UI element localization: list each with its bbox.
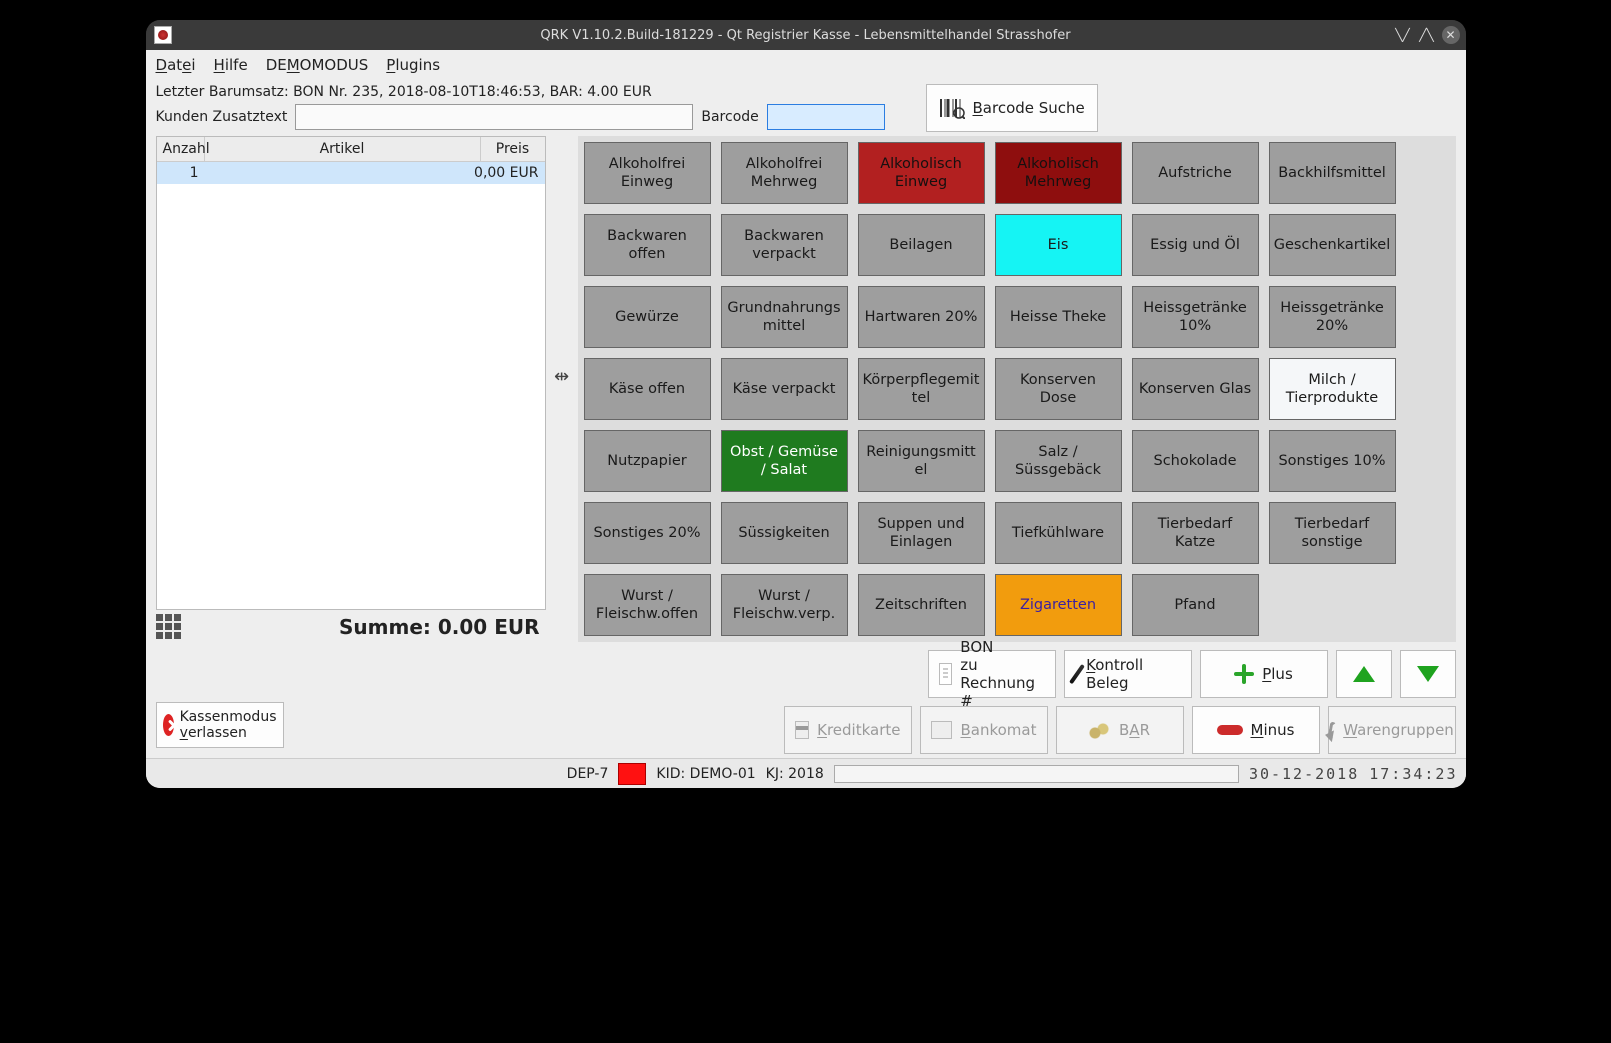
menubar: Datei Hilfe DEMOMODUS Plugins — [146, 50, 1466, 80]
sum-label: Summe: 0.00 EUR — [339, 615, 543, 639]
window-title: QRK V1.10.2.Build-181229 - Qt Registrier… — [146, 28, 1466, 43]
category-button[interactable]: Grundnahrungsmittel — [721, 286, 848, 348]
triangle-down-icon — [1417, 666, 1439, 682]
app-window: QRK V1.10.2.Build-181229 - Qt Registrier… — [146, 20, 1466, 788]
status-time: 17:34:23 — [1369, 765, 1457, 783]
status-kj: KJ: 2018 — [766, 766, 824, 782]
category-button[interactable]: Käse verpackt — [721, 358, 848, 420]
barcode-search-button[interactable]: Barcode Suche — [926, 84, 1098, 132]
plus-button[interactable]: Plus — [1200, 650, 1328, 698]
col-price[interactable]: Preis — [481, 137, 545, 161]
scroll-down-button[interactable] — [1400, 650, 1456, 698]
barcode-input[interactable] — [767, 104, 885, 130]
category-button[interactable]: Alkoholfrei Einweg — [584, 142, 711, 204]
close-circle-icon — [163, 714, 174, 736]
category-button[interactable]: Backwaren verpackt — [721, 214, 848, 276]
menu-file[interactable]: Datei — [156, 56, 196, 74]
status-kid: KID: DEMO-01 — [656, 766, 755, 782]
exit-register-mode-button[interactable]: Kassenmodus verlassen — [156, 702, 284, 748]
pen-icon — [1069, 664, 1085, 684]
titlebar[interactable]: QRK V1.10.2.Build-181229 - Qt Registrier… — [146, 20, 1466, 50]
category-button[interactable]: Nutzpapier — [584, 430, 711, 492]
exit-label: Kassenmodus verlassen — [180, 709, 277, 741]
bon-to-invoice-label: BON zu Rechnung # — [960, 638, 1044, 710]
status-date: 30-12-2018 — [1249, 765, 1359, 783]
category-button[interactable]: Alkoholisch Einweg — [858, 142, 985, 204]
scroll-up-button[interactable] — [1336, 650, 1392, 698]
category-button[interactable]: Hartwaren 20% — [858, 286, 985, 348]
barcode-search-label: Barcode Suche — [973, 99, 1085, 117]
category-button[interactable]: Zeitschriften — [858, 574, 985, 636]
col-article[interactable]: Artikel — [205, 137, 481, 161]
col-qty[interactable]: Anzahl — [157, 137, 205, 161]
category-button[interactable]: Tiefkühlware — [995, 502, 1122, 564]
category-button[interactable]: Beilagen — [858, 214, 985, 276]
plus-label: Plus — [1262, 665, 1293, 683]
category-button[interactable]: Heisse Theke — [995, 286, 1122, 348]
menu-help[interactable]: Hilfe — [214, 56, 248, 74]
triangle-up-icon — [1353, 666, 1375, 682]
category-button[interactable]: Konserven Dose — [995, 358, 1122, 420]
statusbar: DEP-7 KID: DEMO-01 KJ: 2018 30-12-2018 1… — [146, 758, 1466, 788]
cell-price: 0,00 EUR — [465, 162, 545, 184]
keypad-icon[interactable] — [156, 614, 182, 640]
document-icon — [939, 663, 953, 685]
category-button[interactable]: Backhilfsmittel — [1269, 142, 1396, 204]
category-button[interactable]: Reinigungsmittel — [858, 430, 985, 492]
receipt-table: Anzahl Artikel Preis 1 0,00 EUR — [156, 136, 546, 610]
category-button[interactable]: Salz / Süssgebäck — [995, 430, 1122, 492]
close-icon[interactable]: ✕ — [1442, 26, 1460, 44]
category-button[interactable]: Alkoholfrei Mehrweg — [721, 142, 848, 204]
cell-qty: 1 — [157, 162, 205, 184]
minus-icon — [1217, 725, 1243, 735]
last-turnover-text: Letzter Barumsatz: BON Nr. 235, 2018-08-… — [156, 84, 652, 100]
customer-extra-input[interactable] — [295, 104, 693, 130]
category-button[interactable]: Suppen und Einlagen — [858, 502, 985, 564]
plus-icon — [1234, 664, 1254, 684]
status-dep: DEP-7 — [567, 766, 609, 782]
status-progress — [834, 765, 1239, 783]
category-button[interactable]: Eis — [995, 214, 1122, 276]
splitter-handle[interactable]: ⇹ — [552, 136, 572, 387]
menu-plugins[interactable]: Plugins — [386, 56, 440, 74]
category-button[interactable]: Tierbedarf Katze — [1132, 502, 1259, 564]
category-button[interactable]: Essig und Öl — [1132, 214, 1259, 276]
category-button[interactable]: Sonstiges 20% — [584, 502, 711, 564]
category-button[interactable]: Sonstiges 10% — [1269, 430, 1396, 492]
barcode-label: Barcode — [701, 109, 758, 125]
maximize-icon[interactable]: ╱╲ — [1418, 26, 1436, 44]
category-button[interactable]: Tierbedarf sonstige — [1269, 502, 1396, 564]
menu-demomodus[interactable]: DEMOMODUS — [266, 56, 369, 74]
category-button[interactable]: Wurst / Fleischw.verp. — [721, 574, 848, 636]
category-button[interactable]: Käse offen — [584, 358, 711, 420]
category-button[interactable]: Aufstriche — [1132, 142, 1259, 204]
credit-card-icon — [795, 721, 810, 739]
kontroll-beleg-button[interactable]: Kontroll Beleg — [1064, 650, 1192, 698]
category-panel: Alkoholfrei EinwegAlkoholfrei MehrwegAlk… — [578, 136, 1456, 642]
category-button[interactable]: Zigaretten — [995, 574, 1122, 636]
kontroll-beleg-label: Kontroll Beleg — [1086, 656, 1180, 692]
status-indicator-icon — [618, 763, 646, 785]
category-button[interactable]: Geschenkartikel — [1269, 214, 1396, 276]
category-button[interactable]: Heissgetränke 20% — [1269, 286, 1396, 348]
table-row[interactable]: 1 0,00 EUR — [157, 162, 545, 184]
category-button[interactable]: Pfand — [1132, 574, 1259, 636]
category-button[interactable]: Süssigkeiten — [721, 502, 848, 564]
category-button[interactable]: Heissgetränke 10% — [1132, 286, 1259, 348]
category-button[interactable]: Backwaren offen — [584, 214, 711, 276]
cell-article — [205, 162, 465, 184]
category-button[interactable]: Schokolade — [1132, 430, 1259, 492]
category-button[interactable]: Wurst / Fleischw.offen — [584, 574, 711, 636]
category-button[interactable]: Alkoholisch Mehrweg — [995, 142, 1122, 204]
category-button[interactable]: Milch / Tierprodukte — [1269, 358, 1396, 420]
customer-extra-label: Kunden Zusatztext — [156, 109, 288, 125]
category-button[interactable]: Körperpflegemittel — [858, 358, 985, 420]
category-button[interactable]: Obst / Gemüse / Salat — [721, 430, 848, 492]
category-button[interactable]: Konserven Glas — [1132, 358, 1259, 420]
minimize-icon[interactable]: ╲╱ — [1394, 26, 1412, 44]
bon-to-invoice-button[interactable]: BON zu Rechnung # — [928, 650, 1056, 698]
category-button[interactable]: Gewürze — [584, 286, 711, 348]
barcode-icon — [939, 97, 965, 119]
app-icon — [154, 26, 172, 44]
